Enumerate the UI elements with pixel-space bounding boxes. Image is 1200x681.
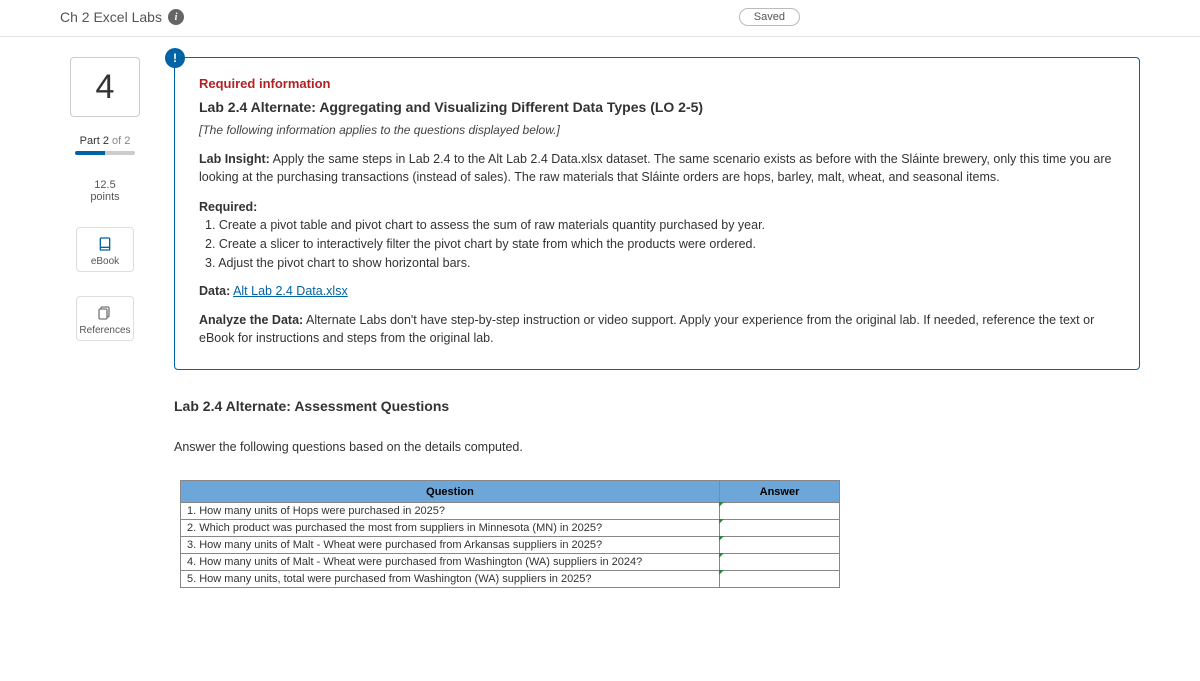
lab-insight-paragraph: Lab Insight: Apply the same steps in Lab… <box>199 151 1115 186</box>
question-number-box: 4 <box>70 57 140 117</box>
question-cell: 2. Which product was purchased the most … <box>181 520 720 537</box>
points-block: 12.5 points <box>90 179 119 203</box>
ebook-label: eBook <box>91 256 119 267</box>
content-column: ! Required information Lab 2.4 Alternate… <box>174 57 1140 588</box>
table-row: 4. How many units of Malt - Wheat were p… <box>181 554 840 571</box>
answer-cell[interactable] <box>720 503 840 520</box>
analyze-paragraph: Analyze the Data: Alternate Labs don't h… <box>199 312 1115 347</box>
data-file-link[interactable]: Alt Lab 2.4 Data.xlsx <box>233 284 348 298</box>
assignment-title-wrap: Ch 2 Excel Labs i <box>60 9 184 25</box>
analyze-text: Alternate Labs don't have step-by-step i… <box>199 313 1094 345</box>
answer-cell[interactable] <box>720 537 840 554</box>
question-cell: 4. How many units of Malt - Wheat were p… <box>181 554 720 571</box>
answer-header: Answer <box>720 481 840 503</box>
required-heading: Required: <box>199 200 1115 214</box>
ebook-button[interactable]: eBook <box>76 227 134 272</box>
answer-table: Question Answer 1. How many units of Hop… <box>180 480 840 588</box>
references-icon <box>97 305 113 321</box>
answer-cell[interactable] <box>720 554 840 571</box>
required-info-heading: Required information <box>199 76 1115 91</box>
assignment-title: Ch 2 Excel Labs <box>60 9 162 25</box>
work-area: 4 Part 2 of 2 12.5 points eBook Referenc… <box>0 37 1200 628</box>
question-cell: 5. How many units, total were purchased … <box>181 571 720 588</box>
question-header: Question <box>181 481 720 503</box>
references-label: References <box>79 325 130 336</box>
applies-note: [The following information applies to th… <box>199 123 1115 137</box>
table-row: 3. How many units of Malt - Wheat were p… <box>181 537 840 554</box>
answer-cell[interactable] <box>720 571 840 588</box>
assessment-title: Lab 2.4 Alternate: Assessment Questions <box>174 398 1140 414</box>
points-label: points <box>90 191 119 203</box>
question-sidebar: 4 Part 2 of 2 12.5 points eBook Referenc… <box>60 57 150 588</box>
alert-icon: ! <box>165 48 185 68</box>
question-cell: 1. How many units of Hops were purchased… <box>181 503 720 520</box>
top-bar: Ch 2 Excel Labs i Saved <box>0 0 1200 37</box>
points-value: 12.5 <box>90 179 119 191</box>
info-icon[interactable]: i <box>168 9 184 25</box>
required-list: 1. Create a pivot table and pivot chart … <box>205 216 1115 272</box>
book-icon <box>97 236 113 252</box>
assessment-instruction: Answer the following questions based on … <box>174 440 1140 454</box>
lab-insight-lead: Lab Insight: <box>199 152 270 166</box>
required-info-card: ! Required information Lab 2.4 Alternate… <box>174 57 1140 370</box>
data-row: Data: Alt Lab 2.4 Data.xlsx <box>199 284 1115 298</box>
lab-title: Lab 2.4 Alternate: Aggregating and Visua… <box>199 99 1115 115</box>
saved-status: Saved <box>739 8 800 26</box>
question-number: 4 <box>96 68 115 107</box>
question-cell: 3. How many units of Malt - Wheat were p… <box>181 537 720 554</box>
table-row: 2. Which product was purchased the most … <box>181 520 840 537</box>
part-progress-bar <box>75 151 135 155</box>
table-row: 5. How many units, total were purchased … <box>181 571 840 588</box>
answer-cell[interactable] <box>720 520 840 537</box>
references-button[interactable]: References <box>76 296 134 341</box>
analyze-lead: Analyze the Data: <box>199 313 303 327</box>
table-row: 1. How many units of Hops were purchased… <box>181 503 840 520</box>
required-item: 2. Create a slicer to interactively filt… <box>205 235 1115 254</box>
part-indicator: Part 2 of 2 <box>80 135 131 147</box>
data-lead: Data: <box>199 284 230 298</box>
required-item: 1. Create a pivot table and pivot chart … <box>205 216 1115 235</box>
lab-insight-text: Apply the same steps in Lab 2.4 to the A… <box>199 152 1112 184</box>
required-item: 3. Adjust the pivot chart to show horizo… <box>205 254 1115 273</box>
